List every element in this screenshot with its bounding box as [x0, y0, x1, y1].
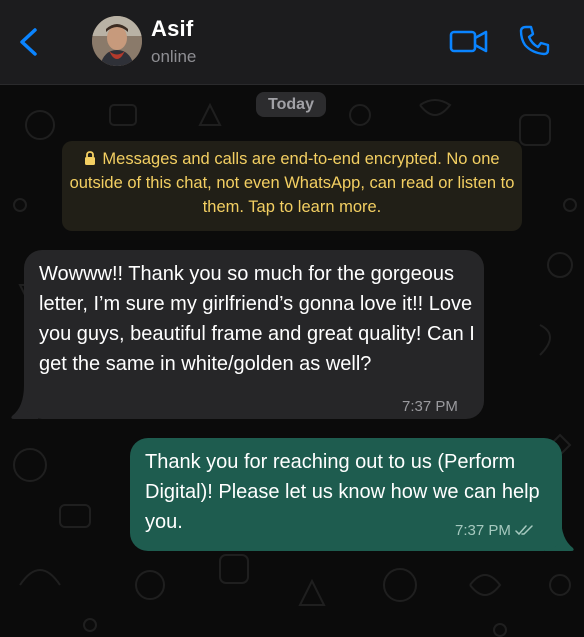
- lock-icon: [85, 151, 96, 165]
- contact-name[interactable]: Asif: [151, 16, 193, 42]
- video-camera-icon[interactable]: [448, 26, 490, 56]
- outgoing-message-meta: 7:37 PM: [455, 522, 535, 539]
- encryption-notice-text: Messages and calls are end-to-end encryp…: [69, 150, 515, 216]
- incoming-message-time: 7:37 PM: [402, 398, 458, 415]
- chat-area[interactable]: Today Messages and calls are end-to-end …: [0, 85, 584, 637]
- encryption-notice[interactable]: Messages and calls are end-to-end encryp…: [62, 141, 522, 231]
- phone-icon[interactable]: [518, 23, 552, 57]
- chat-header: Asif online: [0, 0, 584, 85]
- contact-status: online: [151, 47, 197, 66]
- incoming-message-text: Wowww!! Thank you so much for the gorgeo…: [39, 263, 475, 375]
- double-check-icon: [515, 525, 533, 536]
- chevron-left-icon[interactable]: [14, 26, 44, 58]
- avatar[interactable]: [92, 16, 142, 66]
- date-separator: Today: [256, 92, 326, 117]
- outgoing-message-time: 7:37 PM: [455, 522, 511, 539]
